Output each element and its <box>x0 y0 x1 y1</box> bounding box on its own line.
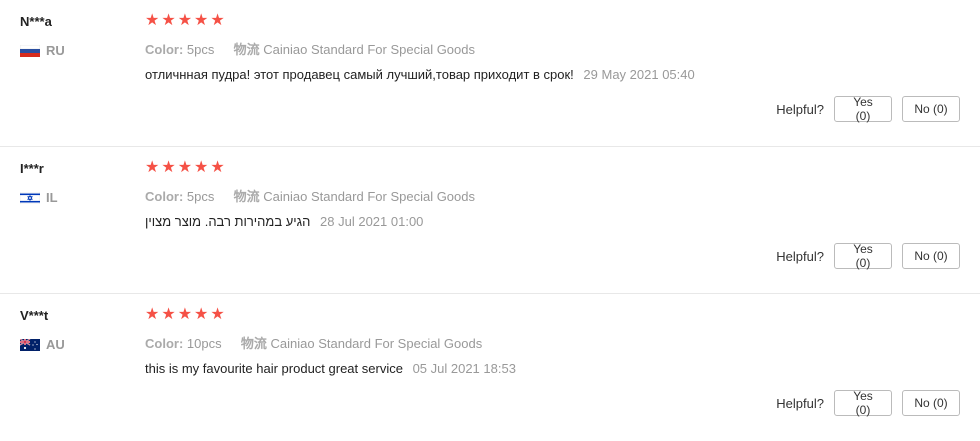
helpful-label: Helpful? <box>776 248 824 264</box>
star-rating: ★ ★ ★ ★ ★ <box>145 11 960 31</box>
color-value: 5pcs <box>186 42 215 57</box>
star-icon: ★ <box>177 159 193 176</box>
review-attributes: Color: 5pcs 物流 Cainiao Standard For Spec… <box>145 186 960 205</box>
helpful-label: Helpful? <box>776 395 824 411</box>
review-user: V***t AU <box>20 308 130 352</box>
color-label: Color: <box>145 336 184 351</box>
review-date: 29 May 2021 05:40 <box>583 67 695 82</box>
star-icon: ★ <box>194 159 209 176</box>
helpful-yes-button[interactable]: Yes (0) <box>834 242 892 270</box>
country-code: IL <box>46 190 58 205</box>
star-icon: ★ <box>177 12 193 29</box>
review-user: I***r IL <box>20 161 130 205</box>
star-icon: ★ <box>210 12 225 29</box>
helpful-yes-button[interactable]: Yes (0) <box>834 389 892 417</box>
russia-flag-icon <box>20 44 40 57</box>
shipping-label: 物流 <box>240 336 267 351</box>
color-value: 5pcs <box>186 189 215 204</box>
review-attributes: Color: 10pcs 物流 Cainiao Standard For Spe… <box>145 333 960 352</box>
star-icon: ★ <box>194 12 209 29</box>
country-code: RU <box>46 43 65 58</box>
review-body: отличнная пудра! этот продавец самый луч… <box>145 67 574 82</box>
star-icon: ★ <box>210 306 225 323</box>
star-icon: ★ <box>145 159 160 176</box>
review-user: N***a RU <box>20 14 130 58</box>
color-label: Color: <box>145 42 184 57</box>
shipping-label: 物流 <box>233 42 260 57</box>
helpful-controls: Helpful? Yes (0) No (0) <box>776 242 960 270</box>
australia-flag-icon <box>20 338 40 351</box>
star-icon: ★ <box>145 306 160 323</box>
review-date: 05 Jul 2021 18:53 <box>412 361 516 376</box>
review-item: I***r IL ★ ★ ★ ★ ★ Color: 5pcs 物流 Cainia… <box>0 147 980 294</box>
star-rating: ★ ★ ★ ★ ★ <box>145 305 960 325</box>
star-icon: ★ <box>177 306 193 323</box>
review-text: отличнная пудра! этот продавец самый луч… <box>145 67 960 82</box>
review-item: V***t AU ★ ★ ★ ★ ★ Color: 10pcs 物流 Caini… <box>0 294 980 441</box>
helpful-label: Helpful? <box>776 101 824 117</box>
helpful-no-button[interactable]: No (0) <box>902 390 960 416</box>
review-item: N***a RU ★ ★ ★ ★ ★ Color: 5pcs 物流 Cainia… <box>0 0 980 147</box>
review-text: this is my favourite hair product great … <box>145 361 960 376</box>
helpful-controls: Helpful? Yes (0) No (0) <box>776 389 960 417</box>
star-icon: ★ <box>161 306 176 323</box>
star-icon: ★ <box>161 12 176 29</box>
review-text: הגיע במהירות רבה. מוצר מצוין 28 Jul 2021… <box>145 214 960 229</box>
helpful-yes-button[interactable]: Yes (0) <box>834 95 892 123</box>
helpful-controls: Helpful? Yes (0) No (0) <box>776 95 960 123</box>
color-value: 10pcs <box>186 336 222 351</box>
shipping-label: 物流 <box>233 189 260 204</box>
shipping-value: Cainiao Standard For Special Goods <box>270 336 483 351</box>
color-label: Color: <box>145 189 184 204</box>
country-code: AU <box>46 337 65 352</box>
star-icon: ★ <box>194 306 209 323</box>
helpful-no-button[interactable]: No (0) <box>902 243 960 269</box>
review-date: 28 Jul 2021 01:00 <box>320 214 424 229</box>
star-icon: ★ <box>161 159 176 176</box>
user-country: IL <box>20 190 130 205</box>
review-attributes: Color: 5pcs 物流 Cainiao Standard For Spec… <box>145 39 960 58</box>
shipping-value: Cainiao Standard For Special Goods <box>263 42 475 57</box>
star-icon: ★ <box>145 12 160 29</box>
review-body: הגיע במהירות רבה. מוצר מצוין <box>145 214 311 229</box>
israel-flag-icon <box>20 191 40 204</box>
user-country: RU <box>20 43 130 58</box>
star-rating: ★ ★ ★ ★ ★ <box>145 158 960 178</box>
user-name: V***t <box>20 308 49 323</box>
user-name: I***r <box>20 161 44 176</box>
star-icon: ★ <box>210 159 225 176</box>
helpful-no-button[interactable]: No (0) <box>902 96 960 122</box>
shipping-value: Cainiao Standard For Special Goods <box>263 189 475 204</box>
user-name: N***a <box>20 14 52 29</box>
review-body: this is my favourite hair product great … <box>145 361 403 376</box>
user-country: AU <box>20 337 130 352</box>
